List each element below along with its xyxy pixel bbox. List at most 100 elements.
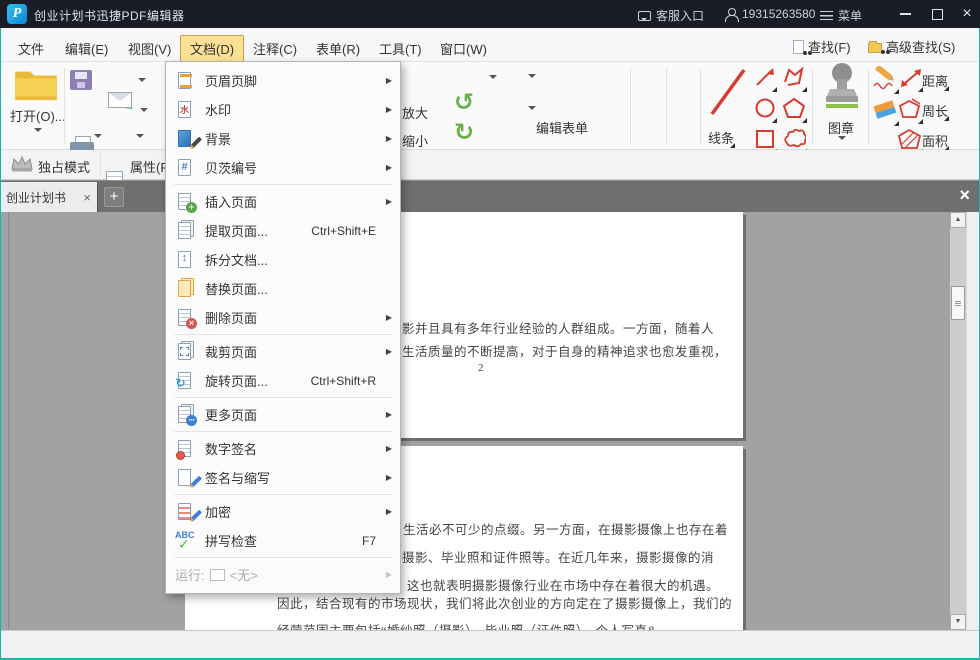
menu-edit[interactable]: 编辑(E) bbox=[55, 35, 118, 62]
menubar: 文件 编辑(E) 视图(V) 文档(D) 注释(C) 表单(R) 工具(T) 窗… bbox=[0, 28, 980, 62]
menu-item-background[interactable]: 背景▶ bbox=[166, 124, 400, 153]
more-pages-icon: ··· bbox=[175, 404, 196, 425]
vertical-scrollbar[interactable]: ▲ ▼ bbox=[950, 212, 966, 630]
minimize-button[interactable] bbox=[890, 0, 920, 28]
menu-item-header-footer[interactable]: 页眉页脚▶ bbox=[166, 66, 400, 95]
menu-item-encrypt[interactable]: 加密▶ bbox=[166, 497, 400, 526]
submenu-arrow-icon: ▶ bbox=[382, 313, 392, 322]
split-document-icon: ↕ bbox=[175, 249, 196, 270]
circle-tool-button[interactable] bbox=[754, 97, 776, 122]
page2-text-line3: 这也就表明摄影摄像行业在市场中存在着很大的机遇。 bbox=[407, 575, 719, 594]
zoom-out-label[interactable]: 缩小 bbox=[402, 131, 428, 150]
perimeter-tool-icon[interactable] bbox=[898, 98, 922, 123]
submenu-arrow-icon: ▶ bbox=[382, 105, 392, 114]
tab-close-icon[interactable]: × bbox=[83, 190, 91, 205]
replace-pages-icon bbox=[175, 278, 196, 299]
advanced-find-icon bbox=[868, 43, 882, 53]
document-menu-dropdown: 页眉页脚▶ 水 水印▶ 背景▶ # 贝茨编号▶ + 插入页面▶ 提取页面... … bbox=[165, 61, 401, 594]
menu-document[interactable]: 文档(D) bbox=[180, 35, 244, 62]
zoom-tool-caret[interactable] bbox=[489, 75, 497, 83]
email-dropdown-caret[interactable] bbox=[138, 78, 146, 86]
submenu-arrow-icon: ▶ bbox=[382, 76, 392, 85]
menu-comment[interactable]: 注释(C) bbox=[243, 35, 307, 62]
maximize-button[interactable] bbox=[922, 0, 952, 28]
menu-item-spell-check[interactable]: ABC✓ 拼写检查 F7 bbox=[166, 526, 400, 555]
menu-item-insert-pages[interactable]: + 插入页面▶ bbox=[166, 187, 400, 216]
menu-tools[interactable]: 工具(T) bbox=[369, 35, 432, 62]
zoom-in-label[interactable]: 放大 bbox=[402, 103, 428, 122]
submenu-arrow-icon: ▶ bbox=[382, 473, 392, 482]
new-tab-button[interactable]: + bbox=[104, 187, 124, 207]
close-document-button[interactable]: × bbox=[959, 185, 970, 206]
save-button[interactable] bbox=[70, 70, 92, 90]
polyline-tool-button[interactable] bbox=[782, 66, 806, 91]
export-dropdown-caret[interactable] bbox=[94, 134, 102, 142]
app-menu-button[interactable]: 菜单 bbox=[820, 7, 862, 24]
menu-file[interactable]: 文件 bbox=[8, 35, 54, 62]
rotate-cw-button[interactable]: ↻ bbox=[454, 120, 474, 146]
menu-item-rotate-pages[interactable]: ↻ 旋转页面... Ctrl+Shift+R bbox=[166, 366, 400, 395]
area-label[interactable]: 面积 bbox=[922, 131, 948, 150]
background-icon bbox=[175, 128, 196, 149]
new-document-dropdown-caret[interactable] bbox=[136, 134, 144, 142]
pencil-annotate-button[interactable] bbox=[872, 66, 898, 93]
support-entry-button[interactable]: 客服入口 bbox=[638, 7, 704, 24]
menu-item-bates-numbering[interactable]: # 贝茨编号▶ bbox=[166, 153, 400, 182]
arrow-tool-button[interactable] bbox=[754, 66, 776, 91]
menu-item-watermark[interactable]: 水 水印▶ bbox=[166, 95, 400, 124]
open-button[interactable]: 打开(O)... bbox=[10, 66, 62, 105]
shortcut-label: Ctrl+Shift+E bbox=[311, 224, 376, 238]
menu-item-sign-initials[interactable]: 签名与缩写▶ bbox=[166, 463, 400, 492]
scrollbar-thumb[interactable] bbox=[951, 286, 965, 320]
close-button[interactable]: × bbox=[952, 0, 980, 28]
stamp-button[interactable]: 图章 bbox=[820, 62, 864, 119]
menu-item-replace-pages[interactable]: 替换页面... bbox=[166, 274, 400, 303]
stamp-caret[interactable] bbox=[838, 136, 846, 144]
line-tool-button[interactable] bbox=[706, 62, 750, 123]
email-button[interactable] bbox=[108, 92, 132, 108]
menu-item-extract-pages[interactable]: 提取页面... Ctrl+Shift+E bbox=[166, 216, 400, 245]
document-viewport[interactable]: 影并且具有多年行业经验的人群组成。一方面，随着人 生活质量的不断提高，对于自身的… bbox=[0, 212, 980, 630]
menu-item-more-pages[interactable]: ··· 更多页面▶ bbox=[166, 400, 400, 429]
header-footer-icon bbox=[175, 70, 196, 91]
distance-tool-icon[interactable] bbox=[900, 68, 922, 91]
stamp-label: 图章 bbox=[828, 118, 854, 137]
menu-item-digital-signature[interactable]: 数字签名▶ bbox=[166, 434, 400, 463]
run-value: <无> bbox=[230, 565, 258, 584]
cloud-dropdown-caret[interactable] bbox=[140, 108, 148, 116]
scroll-down-icon[interactable]: ▼ bbox=[950, 614, 966, 630]
advanced-find-button[interactable]: 高级查找(S) bbox=[868, 37, 955, 56]
open-dropdown-caret[interactable] bbox=[34, 128, 42, 136]
rotate-ccw-button[interactable]: ↺ bbox=[454, 90, 474, 116]
menu-form[interactable]: 表单(R) bbox=[306, 35, 370, 62]
pentagon-tool-button[interactable] bbox=[782, 97, 806, 122]
window-edge-left bbox=[0, 28, 1, 660]
lines-label[interactable]: 线条 bbox=[708, 128, 734, 147]
account-button[interactable]: 19315263580 bbox=[725, 7, 815, 21]
add-content-caret[interactable] bbox=[528, 106, 536, 114]
submenu-arrow-icon: ▶ bbox=[382, 163, 392, 172]
shortcut-label: Ctrl+Shift+R bbox=[311, 374, 376, 388]
menu-view[interactable]: 视图(V) bbox=[118, 35, 181, 62]
digital-signature-icon bbox=[175, 438, 196, 459]
scroll-up-icon[interactable]: ▲ bbox=[950, 212, 966, 228]
page2-text-line2: 摄影、毕业照和证件照等。在近几年来，摄影摄像的消 bbox=[402, 547, 714, 566]
exclusive-mode-button[interactable]: 独占模式 bbox=[38, 157, 90, 176]
menu-item-delete-pages[interactable]: × 删除页面▶ bbox=[166, 303, 400, 332]
distance-label[interactable]: 距离 bbox=[922, 71, 948, 90]
submenu-arrow-icon: ▶ bbox=[382, 347, 392, 356]
menu-window[interactable]: 窗口(W) bbox=[430, 35, 497, 62]
tab-document[interactable]: 创业计划书 × bbox=[0, 182, 98, 213]
perimeter-label[interactable]: 周长 bbox=[922, 101, 948, 120]
menu-item-split-document[interactable]: ↕ 拆分文档... bbox=[166, 245, 400, 274]
eraser-button[interactable] bbox=[872, 98, 898, 125]
crop-pages-icon bbox=[175, 341, 196, 362]
right-panel-strip bbox=[966, 212, 980, 630]
submenu-arrow-icon: ▶ bbox=[382, 134, 392, 143]
app-logo-icon: P bbox=[7, 4, 27, 24]
statusbar: 选项... W: 210.0mm H: 297.0mm X: 180.0mm Y… bbox=[0, 630, 980, 658]
menu-item-crop-pages[interactable]: 裁剪页面▶ bbox=[166, 337, 400, 366]
find-button[interactable]: 查找(F) bbox=[793, 37, 851, 56]
page2-text-line5: 经营范围主要包括“婚纱照（摄影）、毕业照（证件照）、个人写真& bbox=[277, 620, 658, 630]
edit-object-caret[interactable] bbox=[528, 74, 536, 82]
